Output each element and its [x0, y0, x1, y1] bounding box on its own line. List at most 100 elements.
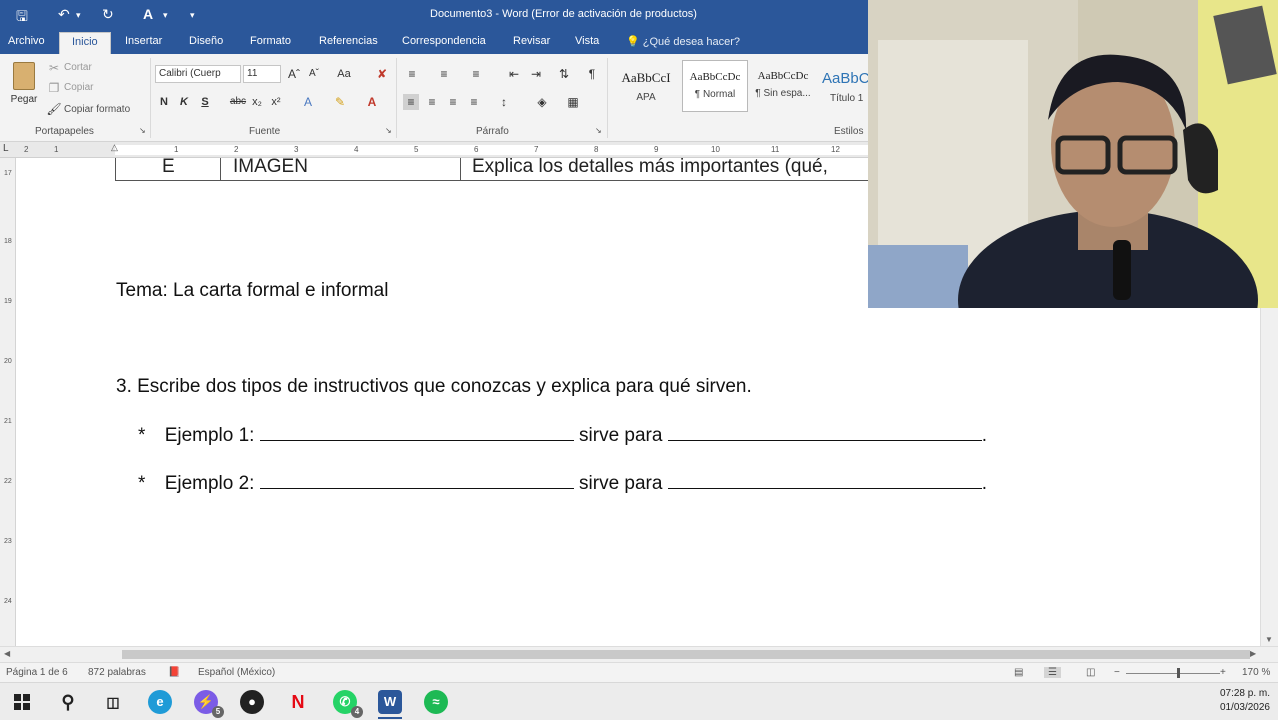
app-icon[interactable]: ●	[240, 690, 264, 714]
show-marks-icon[interactable]: ¶	[584, 66, 600, 82]
answer-blank[interactable]	[667, 424, 982, 441]
clipboard-launcher-icon[interactable]: ↘	[139, 126, 146, 135]
superscript-button[interactable]: x²	[268, 94, 284, 110]
zoom-level[interactable]: 170 %	[1242, 667, 1270, 678]
tab-referencias[interactable]: Referencias	[319, 35, 378, 47]
clear-formatting-icon[interactable]: ✘	[374, 66, 390, 82]
scroll-thumb[interactable]	[122, 650, 1250, 659]
messenger-icon[interactable]: ⚡ 5	[194, 690, 224, 718]
edge-icon[interactable]: e	[148, 690, 172, 714]
netflix-icon[interactable]: N	[286, 690, 310, 714]
align-right-icon[interactable]: ≡	[445, 94, 461, 110]
word-icon[interactable]: W	[378, 690, 402, 714]
indent-marker-icon[interactable]: △	[111, 142, 118, 153]
zoom-slider[interactable]	[1126, 673, 1220, 674]
change-case-button[interactable]: Aa	[334, 66, 354, 82]
undo-icon[interactable]: ↶	[58, 6, 70, 23]
subscript-button[interactable]: x₂	[249, 94, 265, 110]
windows-icon[interactable]	[10, 690, 34, 714]
proofing-icon[interactable]: 📕	[168, 667, 180, 678]
highlight-icon[interactable]: ✎	[332, 94, 348, 110]
numbering-icon[interactable]: ≡	[436, 66, 452, 82]
style-titulo-1[interactable]: AaBbC Título 1	[816, 60, 868, 112]
word-count[interactable]: 872 palabras	[88, 667, 146, 678]
underline-button[interactable]: S	[197, 94, 213, 110]
redo-icon[interactable]: ↻	[102, 6, 114, 23]
scroll-left-icon[interactable]: ◀	[4, 649, 10, 658]
format-painter-button[interactable]: Copiar formato	[64, 104, 130, 115]
grow-font-icon[interactable]: Aˆ	[286, 66, 302, 82]
font-size-select[interactable]: 11	[243, 65, 281, 83]
style-normal[interactable]: AaBbCcDc ¶ Normal	[682, 60, 748, 112]
whatsapp-icon[interactable]: ✆ 4	[333, 690, 363, 718]
print-layout-icon[interactable]: ☰	[1044, 667, 1061, 678]
text-effects-icon[interactable]: A	[300, 94, 316, 110]
tab-correspondencia[interactable]: Correspondencia	[402, 35, 486, 47]
cut-button[interactable]: Cortar	[64, 62, 92, 73]
increase-indent-icon[interactable]: ⇥	[528, 66, 544, 82]
strikethrough-button[interactable]: abc	[228, 94, 248, 110]
tab-revisar[interactable]: Revisar	[513, 35, 550, 47]
answer-blank[interactable]	[667, 472, 982, 489]
borders-icon[interactable]: ▦	[565, 94, 581, 110]
horizontal-ruler[interactable]: L 2 1 1 2 3 4 5 6 7 8 9 10 11 12 △	[0, 142, 868, 158]
tab-archivo[interactable]: Archivo	[8, 35, 45, 47]
vertical-ruler[interactable]: 17 18 19 20 21 22 23 24	[0, 158, 16, 646]
tab-diseno[interactable]: Diseño	[189, 35, 223, 47]
tab-formato[interactable]: Formato	[250, 35, 291, 47]
web-layout-icon[interactable]: ◫	[1086, 667, 1095, 678]
clock-date: 01/03/2026	[1219, 702, 1270, 713]
scroll-right-icon[interactable]: ▶	[1250, 649, 1256, 658]
font-launcher-icon[interactable]: ↘	[385, 126, 392, 135]
italic-button[interactable]: K	[176, 94, 192, 110]
tab-selector-icon[interactable]: L	[3, 143, 9, 154]
multilevel-list-icon[interactable]: ≡	[468, 66, 484, 82]
ruler-number: 1	[174, 145, 179, 154]
undo-dropdown-icon[interactable]: ▾	[76, 10, 81, 21]
vertical-scrollbar[interactable]: ▼	[1260, 308, 1278, 646]
answer-blank[interactable]	[259, 424, 574, 441]
style-apa[interactable]: AaBbCcI APA	[613, 60, 679, 112]
paste-button[interactable]: Pegar	[8, 60, 40, 112]
font-color-icon[interactable]: A	[364, 94, 380, 110]
language-indicator[interactable]: Español (México)	[198, 667, 275, 678]
decrease-indent-icon[interactable]: ⇤	[506, 66, 522, 82]
ruler-number: 20	[4, 358, 12, 365]
customize-toolbar-icon[interactable]: ▾	[190, 10, 195, 21]
tab-inicio[interactable]: Inicio	[59, 32, 111, 54]
search-icon[interactable]: ⚲	[56, 690, 80, 714]
zoom-out-icon[interactable]: −	[1114, 667, 1120, 678]
style-sin-espaciado[interactable]: AaBbCcDc ¶ Sin espa...	[750, 60, 816, 112]
shrink-font-icon[interactable]: Aˇ	[306, 66, 322, 82]
copy-button[interactable]: Copiar	[64, 82, 93, 93]
document-table-row[interactable]: E IMAGEN Explica los detalles más import…	[115, 158, 875, 181]
spotify-icon[interactable]: ≈	[424, 690, 448, 714]
page-count[interactable]: Página 1 de 6	[6, 667, 68, 678]
horizontal-scrollbar[interactable]: ◀ ▶	[0, 646, 1278, 662]
tab-insertar[interactable]: Insertar	[125, 35, 162, 47]
tab-vista[interactable]: Vista	[575, 35, 599, 47]
sort-icon[interactable]: ⇅	[556, 66, 572, 82]
justify-icon[interactable]: ≡	[466, 94, 482, 110]
align-left-icon[interactable]: ≡	[403, 94, 419, 110]
task-view-icon[interactable]: ◫	[101, 690, 125, 714]
line-spacing-icon[interactable]: ↕	[496, 94, 512, 110]
paragraph-launcher-icon[interactable]: ↘	[595, 126, 602, 135]
save-icon[interactable]: 🖫	[16, 6, 28, 30]
answer-blank[interactable]	[259, 472, 574, 489]
tell-me-search[interactable]: 💡 ¿Qué desea hacer?	[626, 35, 740, 48]
font-name-select[interactable]: Calibri (Cuerp	[155, 65, 241, 83]
style-name: Título 1	[830, 93, 864, 104]
bold-button[interactable]: N	[156, 94, 172, 110]
align-center-icon[interactable]: ≡	[424, 94, 440, 110]
styles-group-label: Estilos	[834, 126, 864, 137]
bullets-icon[interactable]: ≡	[404, 66, 420, 82]
read-mode-icon[interactable]: ▤	[1014, 667, 1023, 678]
scroll-down-icon[interactable]: ▼	[1265, 635, 1273, 644]
font-color-quick-icon[interactable]: A	[143, 6, 153, 22]
zoom-slider-thumb[interactable]	[1177, 668, 1180, 678]
zoom-in-icon[interactable]: +	[1220, 667, 1226, 678]
font-color-dropdown-icon[interactable]: ▾	[163, 10, 168, 21]
shading-icon[interactable]: ◈	[534, 94, 550, 110]
clock[interactable]: 07:28 p. m. 01/03/2026	[1220, 687, 1270, 715]
